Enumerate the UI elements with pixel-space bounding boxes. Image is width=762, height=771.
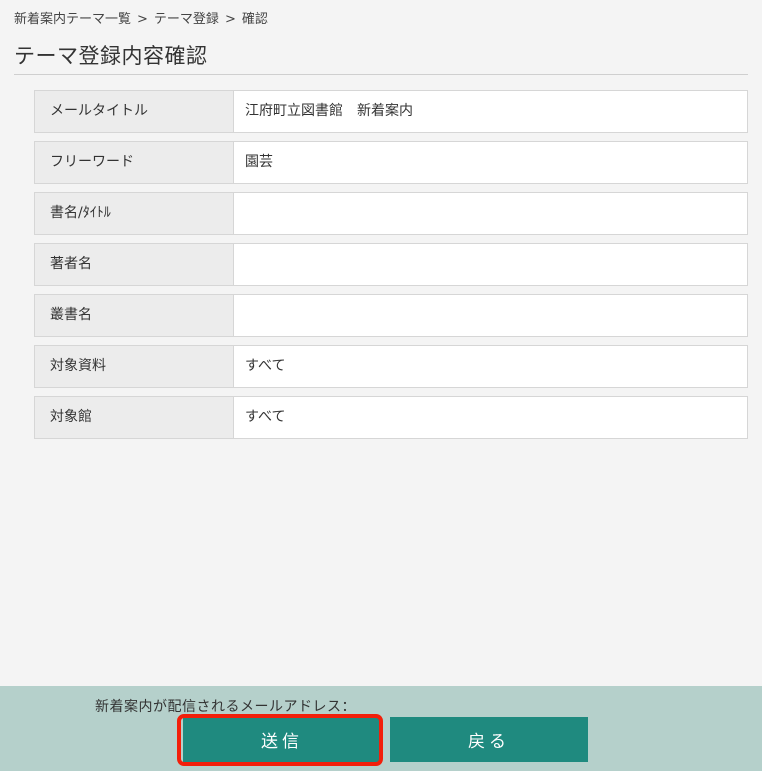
row-free-word: フリーワード 園芸 bbox=[34, 141, 748, 184]
row-value bbox=[234, 193, 747, 234]
row-library: 対象館 すべて bbox=[34, 396, 748, 439]
row-value bbox=[234, 244, 747, 285]
breadcrumb-separator: > bbox=[137, 12, 148, 27]
email-notice: 新着案内が配信されるメールアドレス： bbox=[95, 699, 356, 715]
row-author: 著者名 bbox=[34, 243, 748, 286]
page-title: テーマ登録内容確認 bbox=[14, 44, 208, 68]
row-label: 叢書名 bbox=[35, 295, 234, 336]
row-label: 書名/ﾀｲﾄﾙ bbox=[35, 193, 234, 234]
breadcrumb-theme-list-link[interactable]: 新着案内テーマ一覧 bbox=[14, 12, 131, 27]
row-value: すべて bbox=[245, 358, 286, 374]
row-value bbox=[234, 295, 747, 336]
breadcrumb-current: 確認 bbox=[241, 12, 268, 27]
row-value: すべて bbox=[245, 409, 286, 425]
row-label: フリーワード bbox=[35, 142, 234, 183]
row-value: 江府町立図書館 新着案内 bbox=[245, 103, 413, 119]
breadcrumb-separator: > bbox=[224, 12, 236, 27]
page: 新着案内テーマ一覧 > テーマ登録 > 確認 テーマ登録内容確認 メールタイトル 江府町… bbox=[0, 0, 762, 771]
row-label: 対象資料 bbox=[35, 346, 234, 387]
title-divider bbox=[14, 74, 748, 75]
breadcrumb-theme-register-link[interactable]: テーマ登録 bbox=[154, 12, 219, 27]
row-material-type: 対象資料 すべて bbox=[34, 345, 748, 388]
row-label: メールタイトル bbox=[35, 91, 234, 132]
confirmation-table: メールタイトル 江府町立図書館 新着案内 フリーワード 園芸 書名/ﾀｲﾄﾙ 著… bbox=[34, 90, 748, 447]
footer-bar: 新着案内が配信されるメールアドレス： 送信 戻る bbox=[0, 686, 762, 771]
row-label: 著者名 bbox=[35, 244, 234, 285]
row-mail-title: メールタイトル 江府町立図書館 新着案内 bbox=[34, 90, 748, 133]
row-label: 対象館 bbox=[35, 397, 234, 438]
send-button-highlight bbox=[177, 714, 383, 766]
row-value: 園芸 bbox=[245, 154, 273, 170]
breadcrumb: 新着案内テーマ一覧 > テーマ登録 > 確認 bbox=[14, 8, 268, 27]
row-series: 叢書名 bbox=[34, 294, 748, 337]
row-book-title: 書名/ﾀｲﾄﾙ bbox=[34, 192, 748, 235]
back-button[interactable]: 戻る bbox=[390, 717, 588, 762]
